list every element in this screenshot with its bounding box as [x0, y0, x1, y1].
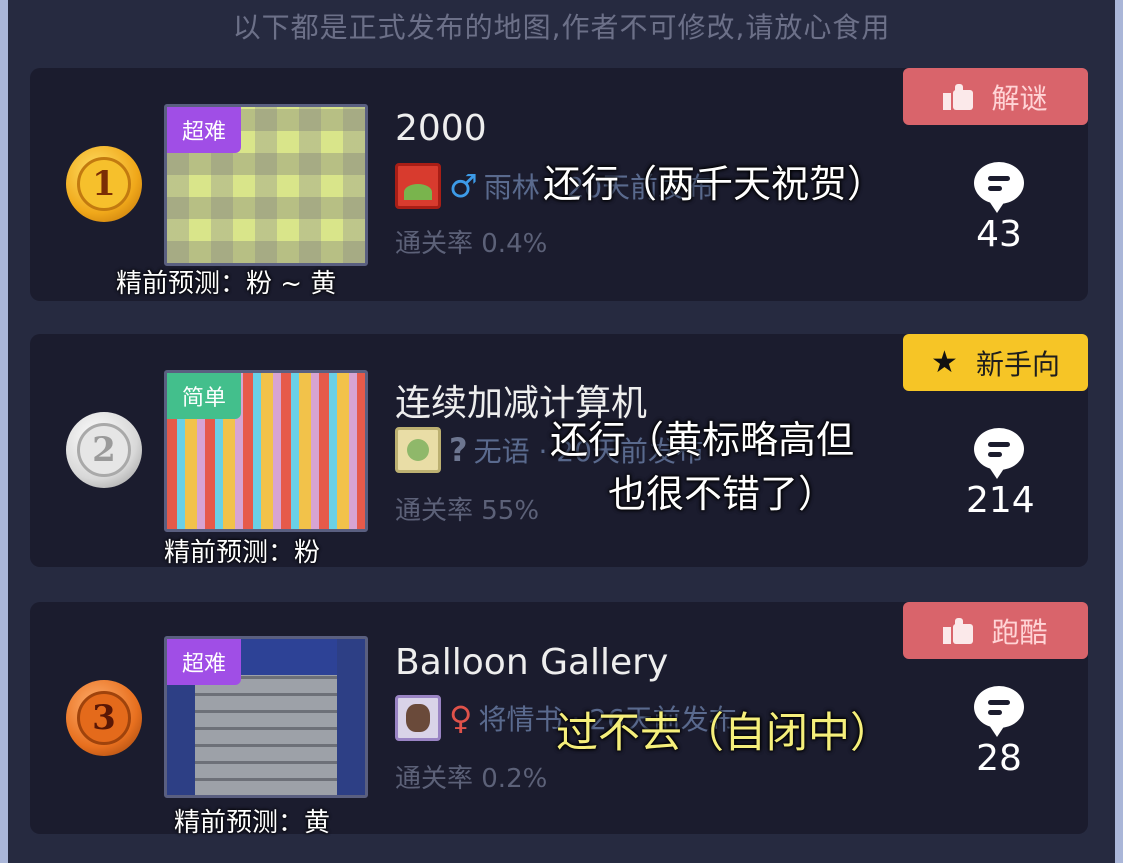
bronze-medal-icon: 3	[66, 680, 142, 756]
level-card-2[interactable]: 2 简单 精前预测：粉 连续加减计算机 ? 无语 · 20天前发布 通关率 55…	[30, 334, 1088, 568]
level-thumbnail[interactable]: 超难	[164, 636, 368, 798]
level-card-1[interactable]: 1 超难 精前预测：粉 ~ 黄 2000 ♂ 雨林 · 20天前发布 通关率 0…	[30, 68, 1088, 301]
clear-rate: 通关率 55%	[395, 496, 540, 526]
star-icon: ★	[931, 345, 958, 380]
gold-medal-icon: 1	[66, 146, 142, 222]
rank-number: 3	[77, 691, 131, 745]
male-gender-icon: ♂	[449, 167, 478, 205]
level-card-3[interactable]: 3 超难 精前预测：黄 Balloon Gallery ♀ 将情书 · 26天前…	[30, 602, 1088, 838]
tag-label: 解谜	[991, 81, 1048, 115]
speech-bubble-icon	[974, 428, 1024, 479]
comment-count: 43	[976, 214, 1022, 255]
category-tag[interactable]: 跑酷	[903, 602, 1088, 659]
thumbnail-wall-right	[337, 639, 365, 795]
difficulty-badge: 超难	[167, 639, 242, 685]
handwritten-note: 还行（黄标略高但	[550, 418, 855, 462]
thumbs-up-icon	[943, 617, 974, 644]
category-tag[interactable]: 解谜	[903, 68, 1088, 125]
level-thumbnail[interactable]: 简单	[164, 370, 368, 532]
handwritten-note: 过不去（自闭中）	[556, 708, 893, 757]
level-title[interactable]: Balloon Gallery	[395, 642, 668, 683]
tag-label: 跑酷	[991, 615, 1048, 649]
comment-button[interactable]: 214	[966, 428, 1035, 521]
author-avatar[interactable]	[395, 427, 441, 473]
clear-rate: 通关率 0.4%	[395, 229, 548, 259]
unknown-gender-icon: ?	[449, 431, 468, 469]
clear-rate: 通关率 0.2%	[395, 764, 548, 794]
difficulty-badge: 超难	[167, 107, 242, 153]
rank-number: 1	[77, 157, 131, 211]
prediction-caption: 精前预测：粉	[164, 538, 321, 568]
level-title[interactable]: 2000	[395, 108, 487, 149]
right-frame-edge	[1115, 0, 1123, 863]
female-gender-icon: ♀	[449, 699, 473, 737]
comment-count: 28	[976, 738, 1022, 779]
author-avatar[interactable]	[395, 163, 441, 209]
comment-button[interactable]: 28	[966, 686, 1032, 779]
difficulty-badge: 简单	[167, 373, 242, 419]
comment-button[interactable]: 43	[966, 162, 1032, 255]
handwritten-note-line-2: 也很不错了）	[608, 472, 837, 516]
level-thumbnail[interactable]: 超难	[164, 104, 368, 266]
comment-count: 214	[966, 480, 1035, 521]
prediction-caption: 精前预测：粉 ~ 黄	[116, 269, 337, 299]
prediction-caption: 精前预测：黄	[174, 808, 331, 838]
category-tag[interactable]: ★ 新手向	[903, 334, 1088, 391]
handwritten-note: 还行（两千天祝贺）	[543, 162, 886, 206]
thumbs-up-icon	[943, 83, 974, 110]
silver-medal-icon: 2	[66, 412, 142, 488]
rank-number: 2	[77, 423, 131, 477]
speech-bubble-icon	[974, 162, 1024, 213]
author-avatar[interactable]	[395, 695, 441, 741]
speech-bubble-icon	[974, 686, 1024, 737]
section-header: 以下都是正式发布的地图,作者不可修改,请放心食用	[232, 11, 891, 44]
left-frame-edge	[0, 0, 8, 863]
tag-label: 新手向	[975, 347, 1060, 381]
